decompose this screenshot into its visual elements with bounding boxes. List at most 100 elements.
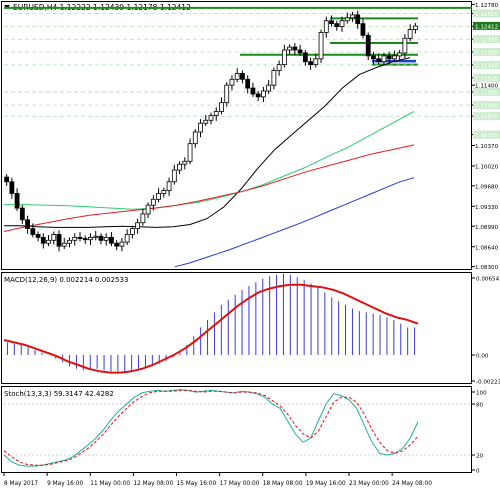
candle-body — [355, 14, 361, 25]
candle-body — [386, 55, 392, 60]
price-tick-label: 1.11745 — [475, 63, 499, 69]
candle-body — [4, 176, 10, 183]
candle-body — [402, 37, 408, 54]
candle-body — [250, 87, 256, 95]
price-tick-label: 1.12625 — [475, 12, 499, 18]
candle-body — [119, 241, 125, 247]
candle-body — [313, 58, 319, 66]
price-tick-label: 1.09330 — [475, 205, 499, 211]
price-tick-label: 1.11285 — [475, 90, 499, 96]
candle-body — [365, 34, 371, 57]
candle-body — [297, 49, 303, 54]
candle-body — [344, 17, 350, 22]
price-tick-label: 1.11060 — [475, 104, 499, 110]
price-tick-label: 1.10020 — [475, 164, 499, 170]
candle-body — [156, 193, 161, 200]
price-tick-label: 1.11965 — [475, 51, 499, 57]
candle-body — [376, 58, 382, 63]
candle-body — [77, 236, 83, 239]
candle-body — [302, 52, 308, 63]
price-tick-label: 1.12185 — [475, 38, 499, 44]
time-tick-label: 18 May 08:00 — [263, 481, 303, 487]
candle-body — [88, 236, 93, 241]
candle-body — [245, 78, 251, 89]
candle-body — [145, 204, 151, 215]
candle-body — [412, 25, 418, 30]
trading-chart-window: EURUSD,H4 1.12222 1.12439 1.12178 1.1241… — [0, 0, 500, 490]
candle-body — [124, 234, 130, 243]
candle-body — [19, 207, 25, 221]
candle-body — [276, 64, 282, 71]
stoch-tick-label: 0 — [476, 469, 480, 475]
chart-canvas[interactable]: EURUSD,H4 1.12222 1.12439 1.12178 1.1241… — [0, 0, 500, 490]
candle-body — [323, 20, 329, 33]
candle-body — [308, 61, 313, 66]
macd-tick-label: 0.006541 — [476, 277, 500, 283]
candle-body — [67, 239, 72, 244]
candle-body — [229, 78, 235, 86]
candle-body — [192, 131, 198, 145]
price-tick-label: 1.08990 — [475, 225, 499, 231]
candle-body — [318, 32, 324, 60]
candle-body — [371, 55, 376, 60]
stoch-tick-label: 80 — [476, 403, 484, 409]
time-tick-label: 15 May 16:00 — [177, 481, 217, 487]
candle-body — [339, 20, 345, 27]
candle-body — [150, 198, 156, 206]
macd-tick-label: 0.00 — [476, 354, 489, 360]
candle-body — [171, 169, 177, 183]
macd-axis: 0.006541 0.00 -0.002232 — [472, 277, 500, 386]
candle-body — [240, 73, 245, 80]
candle-body — [329, 20, 334, 25]
time-tick-label: 12 May 08:00 — [133, 481, 173, 487]
price-tick-label: 1.08640 — [475, 245, 499, 251]
candle-body — [213, 111, 219, 116]
price-tick-label: 1.09680 — [475, 184, 499, 190]
candle-body — [140, 213, 146, 224]
candle-body — [208, 115, 214, 121]
candle-body — [177, 163, 182, 171]
candle-body — [224, 84, 230, 104]
candle-body — [9, 181, 15, 194]
candle-body — [25, 219, 30, 229]
current-price-label: 1.12412 — [475, 24, 498, 30]
candle-body — [93, 235, 99, 238]
candle-body — [56, 234, 62, 247]
candle-body — [161, 190, 167, 194]
time-tick-label: 23 May 00:00 — [349, 481, 389, 487]
time-tick-label: 17 May 00:00 — [220, 481, 260, 487]
candle-body — [166, 181, 172, 191]
candle-body — [82, 238, 88, 241]
candle-body — [35, 234, 41, 238]
candle-body — [187, 143, 193, 162]
candle-body — [292, 46, 298, 51]
candle-body — [109, 236, 114, 244]
candle-body — [261, 90, 266, 98]
candle-body — [271, 70, 277, 86]
candle-body — [407, 29, 413, 39]
price-axis: 1.127801.126251.124051.121851.119651.117… — [472, 3, 500, 271]
stoch-tick-label: 20 — [476, 454, 484, 460]
stoch-header-text: Stoch(13,3,3) 59.3147 42.4282 — [4, 390, 114, 398]
time-tick-label: 19 May 16:00 — [306, 481, 346, 487]
candle-body — [266, 84, 272, 92]
macd-header-text: MACD(12,26,9) 0.002214 0.002533 — [4, 276, 128, 284]
candle-body — [287, 46, 293, 51]
candle-body — [61, 242, 67, 247]
time-axis: 8 May 2017 9 May 16:00 11 May 00:00 12 May … — [3, 472, 432, 487]
time-tick-label: 8 May 2017 — [4, 481, 38, 487]
candle-body — [182, 160, 188, 165]
main-panel-frame — [1, 1, 472, 270]
candle-body — [350, 14, 355, 19]
time-tick-label: 24 May 08:00 — [392, 481, 432, 487]
candle-body — [14, 193, 20, 209]
candle-body — [203, 119, 209, 124]
candle-body — [381, 55, 387, 63]
time-tick-label: 11 May 00:00 — [90, 481, 130, 487]
macd-tick-label: -0.002232 — [476, 380, 500, 386]
candle-body — [46, 239, 51, 244]
candle-body — [40, 236, 46, 244]
candle-body — [114, 242, 120, 247]
candle-body — [51, 234, 57, 241]
candle-body — [334, 23, 340, 27]
